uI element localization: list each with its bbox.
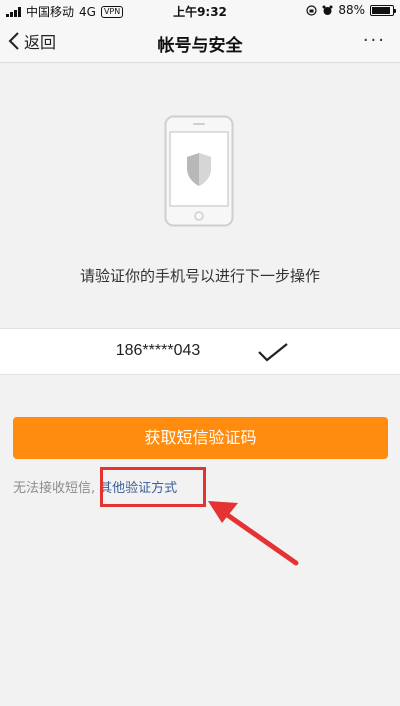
orientation-lock-icon <box>306 4 317 16</box>
annotation-highlight-box <box>100 467 206 507</box>
phone-shield-illustration <box>164 115 234 227</box>
battery-percent: 88% <box>338 3 365 17</box>
nav-bar: 返回 帐号与安全 ··· <box>0 20 400 63</box>
status-bar: 中国移动 4G VPN 上午9:32 88% <box>0 0 400 20</box>
battery-icon <box>370 4 396 16</box>
status-right: 88% <box>306 3 396 17</box>
instruction-text: 请验证你的手机号以进行下一步操作 <box>79 267 320 285</box>
alarm-icon <box>322 5 333 15</box>
check-icon <box>258 343 288 362</box>
annotation-arrow-icon <box>208 501 299 566</box>
get-sms-code-button[interactable]: 获取短信验证码 <box>13 417 388 459</box>
cannot-receive-text: 无法接收短信, <box>13 481 96 496</box>
page-title: 帐号与安全 <box>157 36 243 56</box>
more-icon[interactable]: ··· <box>363 30 386 51</box>
phone-number-row: 186*****043 <box>0 328 400 375</box>
